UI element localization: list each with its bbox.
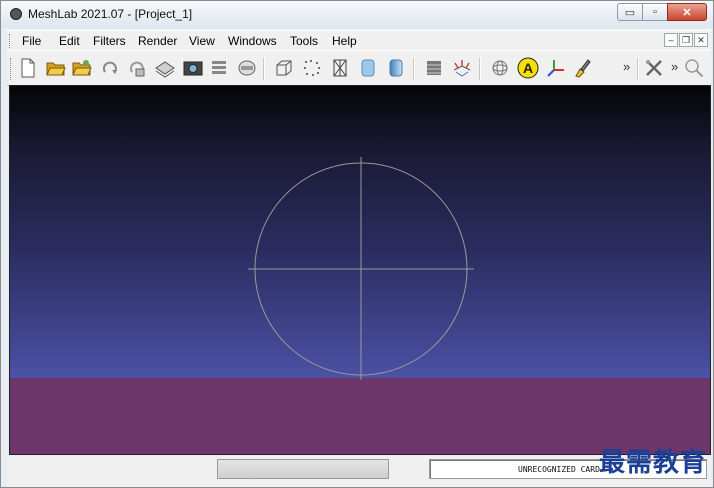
mdi-restore-button[interactable]: ❐	[679, 33, 693, 47]
svg-text:A: A	[523, 60, 533, 76]
mdi-controls: – ❐ ✕	[664, 33, 708, 47]
bounding-box-icon[interactable]	[273, 57, 295, 79]
tools-icon[interactable]	[643, 57, 665, 79]
mdi-minimize-button[interactable]: –	[664, 33, 678, 47]
menu-tools[interactable]: Tools	[290, 34, 318, 48]
layers-icon[interactable]	[208, 57, 230, 79]
toolbar-overflow-button-2[interactable]: »	[671, 59, 678, 74]
menu-view[interactable]: View	[189, 34, 215, 48]
smooth-shading-icon[interactable]	[385, 57, 407, 79]
toolbar-separator	[637, 58, 639, 80]
menu-help[interactable]: Help	[332, 34, 357, 48]
trackball-gizmo[interactable]	[10, 86, 710, 454]
toolbar-separator	[263, 58, 265, 80]
menu-grip-handle[interactable]	[9, 34, 13, 48]
close-button[interactable]: ✕	[667, 3, 707, 21]
menu-filters[interactable]: Filters	[93, 34, 126, 48]
window-title: MeshLab 2021.07 - [Project_1]	[28, 7, 193, 21]
mdi-close-button[interactable]: ✕	[694, 33, 708, 47]
menu-windows[interactable]: Windows	[228, 34, 277, 48]
texture-icon[interactable]	[423, 57, 445, 79]
menu-file[interactable]: File	[22, 34, 41, 48]
open-project-icon[interactable]	[45, 57, 67, 79]
window-controls: ▭ ▫ ✕	[617, 3, 707, 21]
meshlab-window: MeshLab 2021.07 - [Project_1] ▭ ▫ ✕ File…	[0, 0, 714, 488]
trackball-icon[interactable]	[489, 57, 511, 79]
save-snapshot-icon[interactable]	[182, 57, 204, 79]
annotation-icon[interactable]: A	[517, 57, 539, 79]
flat-shading-icon[interactable]	[357, 57, 379, 79]
menu-bar: File Edit Filters Render View Windows To…	[7, 30, 711, 51]
toolbar-separator	[479, 58, 481, 80]
reload-icon[interactable]	[99, 57, 121, 79]
progress-bar	[217, 459, 389, 479]
status-message: UNRECOGNIZED CARD	[518, 465, 600, 474]
export-mesh-icon[interactable]	[154, 57, 176, 79]
wireframe-icon[interactable]	[329, 57, 351, 79]
reload-all-icon[interactable]	[126, 57, 148, 79]
toolbar-separator	[413, 58, 415, 80]
menu-edit[interactable]: Edit	[59, 34, 80, 48]
zoom-icon[interactable]	[683, 57, 705, 79]
paint-brush-icon[interactable]	[571, 57, 593, 79]
toolbar-overflow-button[interactable]: »	[623, 59, 630, 74]
meshlab-logo-icon	[10, 8, 22, 20]
maximize-button[interactable]: ▫	[642, 3, 668, 21]
normals-icon[interactable]	[451, 57, 473, 79]
3d-viewport[interactable]	[9, 85, 711, 455]
raster-layers-icon[interactable]	[236, 57, 258, 79]
new-empty-project-icon[interactable]	[17, 57, 39, 79]
watermark-text: 最需教育	[598, 448, 707, 478]
axes-icon[interactable]	[545, 57, 567, 79]
main-toolbar: A » »	[7, 50, 711, 86]
import-mesh-icon[interactable]	[71, 57, 93, 79]
toolbar-grip-handle[interactable]	[10, 58, 14, 80]
points-icon[interactable]	[301, 57, 323, 79]
title-bar[interactable]: MeshLab 2021.07 - [Project_1] ▭ ▫ ✕	[1, 1, 713, 28]
menu-render[interactable]: Render	[138, 34, 177, 48]
minimize-button[interactable]: ▭	[617, 3, 643, 21]
